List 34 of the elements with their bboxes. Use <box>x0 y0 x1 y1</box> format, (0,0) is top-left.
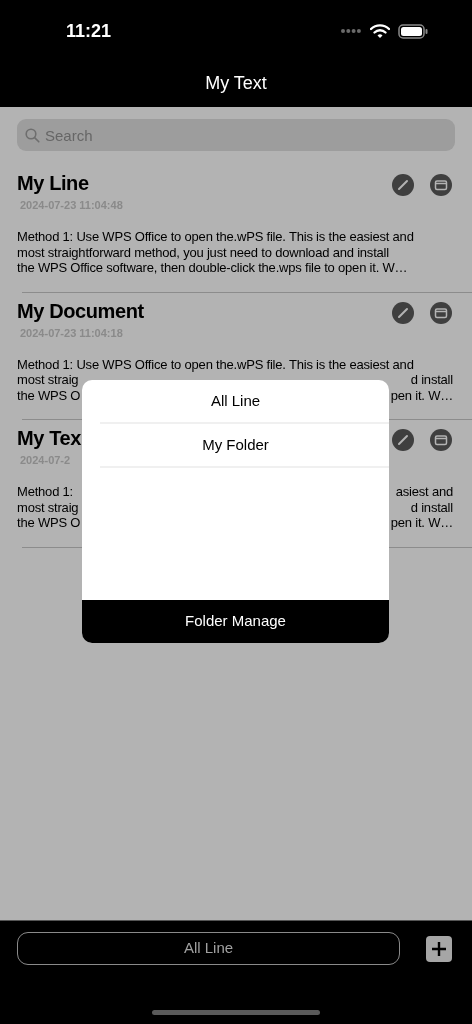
pencil-icon[interactable] <box>392 174 414 196</box>
note-text: asiest and <box>395 484 453 500</box>
folder-select-button[interactable]: All Line <box>17 932 400 965</box>
wifi-icon <box>370 23 390 39</box>
battery-icon <box>398 23 428 39</box>
pencil-icon[interactable] <box>392 429 414 451</box>
status-time: 11:21 <box>66 19 112 43</box>
folder-icon[interactable] <box>430 429 452 451</box>
folder-icon[interactable] <box>430 174 452 196</box>
nav-title: My Text <box>205 72 267 95</box>
note-text: Method 1: <box>17 484 73 500</box>
note-text: most straightforward method, you just need to download and install <box>17 244 389 260</box>
note-text: the WPS O <box>17 387 81 403</box>
folder-menu-item[interactable]: All Line <box>100 380 389 424</box>
note-text: pen it. W… <box>390 515 453 531</box>
signal-icon <box>340 28 362 34</box>
folder-menu-item[interactable]: My Folder <box>100 424 389 468</box>
folder-manage-button[interactable]: Folder Manage <box>82 600 389 643</box>
folder-icon[interactable] <box>430 301 452 324</box>
note-text: most straig <box>17 372 79 388</box>
note-text: Method 1: Use WPS Office to open the.wPS file. This is the easiest and <box>17 356 414 372</box>
note-text: the WPS Office software, then double-click the.wps file to open it. W… <box>17 260 408 276</box>
note-text: d install <box>410 499 453 515</box>
note-title: My Document <box>17 298 144 324</box>
search-icon <box>25 128 40 143</box>
note-text: the WPS O <box>17 515 81 531</box>
add-button[interactable] <box>426 935 452 962</box>
note-text: d install <box>410 372 453 388</box>
note-text: most straig <box>17 499 79 515</box>
note-text: pen it. W… <box>390 387 453 403</box>
pencil-icon[interactable] <box>392 301 414 324</box>
note-title: My Tex <box>17 426 81 451</box>
note-title: My Line <box>17 171 90 196</box>
note-text: Method 1: Use WPS Office to open the.wPS file. This is the easiest and <box>17 229 414 245</box>
